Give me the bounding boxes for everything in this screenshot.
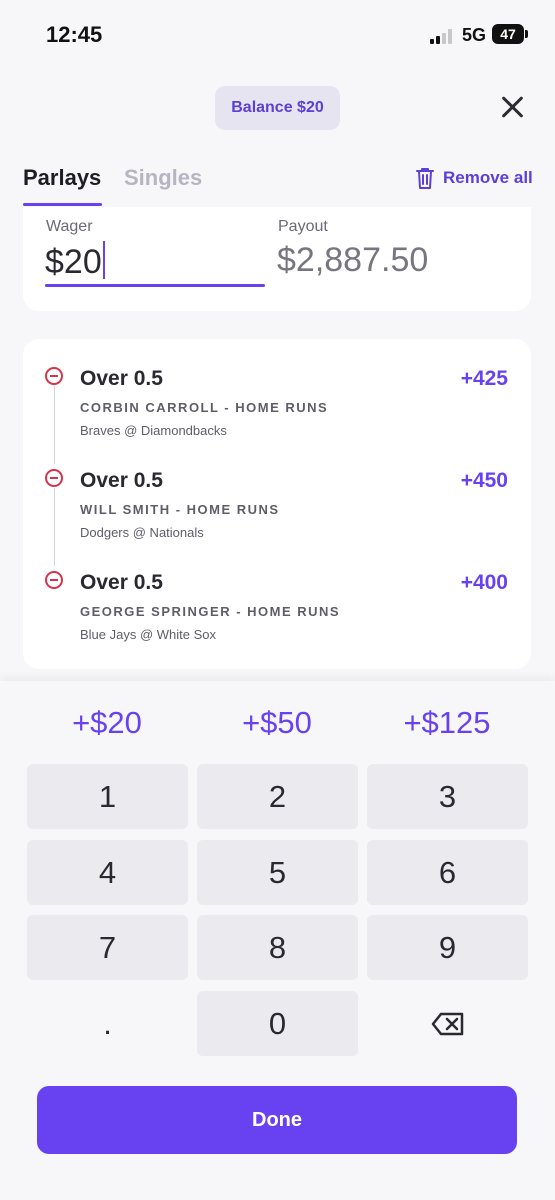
text-caret <box>102 241 105 279</box>
parlay-legs-card: Over 0.5 +425 CORBIN CARROLL - HOME RUNS… <box>23 339 531 669</box>
leg-title: Over 0.5 <box>80 469 163 492</box>
parlay-leg: Over 0.5 +450 WILL SMITH - HOME RUNS Dod… <box>23 441 531 541</box>
leg-title: Over 0.5 <box>80 367 163 390</box>
key-4[interactable]: 4 <box>27 840 188 905</box>
network-label: 5G <box>462 25 487 45</box>
quick-add-125-button[interactable]: +$125 <box>367 705 527 741</box>
remove-all-label: Remove all <box>443 168 533 187</box>
wager-underline <box>45 284 265 287</box>
leg-odds: +450 <box>460 469 508 492</box>
key-9[interactable]: 9 <box>367 915 528 980</box>
balance-pill[interactable]: Balance $20 <box>215 86 340 130</box>
leg-odds: +400 <box>460 571 508 594</box>
key-7[interactable]: 7 <box>27 915 188 980</box>
leg-title: Over 0.5 <box>80 571 163 594</box>
active-tab-indicator <box>23 203 102 206</box>
payout-value: $2,887.50 <box>277 241 429 279</box>
parlay-leg: Over 0.5 +400 GEORGE SPRINGER - HOME RUN… <box>23 543 531 643</box>
key-6[interactable]: 6 <box>367 840 528 905</box>
battery-icon: 47 <box>492 24 528 44</box>
leg-player: GEORGE SPRINGER - HOME RUNS <box>80 604 341 619</box>
key-2[interactable]: 2 <box>197 764 358 829</box>
remove-leg-icon[interactable] <box>45 469 63 487</box>
key-5[interactable]: 5 <box>197 840 358 905</box>
leg-player: CORBIN CARROLL - HOME RUNS <box>80 400 329 415</box>
backspace-icon <box>431 1012 463 1035</box>
key-8[interactable]: 8 <box>197 915 358 980</box>
trash-icon <box>416 168 434 189</box>
keypad-area: +$20 +$50 +$125 1 2 3 4 5 6 7 8 9 . 0 Do… <box>0 681 555 1200</box>
parlay-leg: Over 0.5 +425 CORBIN CARROLL - HOME RUNS… <box>23 339 531 439</box>
wager-value: $20 <box>45 243 102 281</box>
wager-label: Wager <box>46 218 93 235</box>
status-time: 12:45 <box>46 22 103 47</box>
close-icon[interactable] <box>498 92 528 122</box>
leg-game: Braves @ Diamondbacks <box>80 423 227 438</box>
tab-parlays[interactable]: Parlays <box>23 165 101 191</box>
quick-add-20-button[interactable]: +$20 <box>27 705 187 741</box>
status-bar: 12:45 5G 47 <box>0 0 555 70</box>
wager-input[interactable]: $20 <box>45 241 105 282</box>
done-button[interactable]: Done <box>37 1086 517 1154</box>
remove-leg-icon[interactable] <box>45 571 63 589</box>
payout-label: Payout <box>278 218 328 235</box>
key-decimal[interactable]: . <box>27 991 188 1056</box>
backspace-button[interactable] <box>367 991 528 1056</box>
leg-game: Dodgers @ Nationals <box>80 525 204 540</box>
key-0[interactable]: 0 <box>197 991 358 1056</box>
signal-icon <box>430 28 456 44</box>
leg-player: WILL SMITH - HOME RUNS <box>80 502 280 517</box>
remove-leg-icon[interactable] <box>45 367 63 385</box>
remove-all-button[interactable]: Remove all <box>416 165 533 191</box>
leg-game: Blue Jays @ White Sox <box>80 627 217 642</box>
key-3[interactable]: 3 <box>367 764 528 829</box>
wager-card: Wager $20 Payout $2,887.50 <box>23 207 531 311</box>
leg-odds: +425 <box>460 367 508 390</box>
quick-add-50-button[interactable]: +$50 <box>197 705 357 741</box>
tab-singles[interactable]: Singles <box>124 165 202 191</box>
key-1[interactable]: 1 <box>27 764 188 829</box>
